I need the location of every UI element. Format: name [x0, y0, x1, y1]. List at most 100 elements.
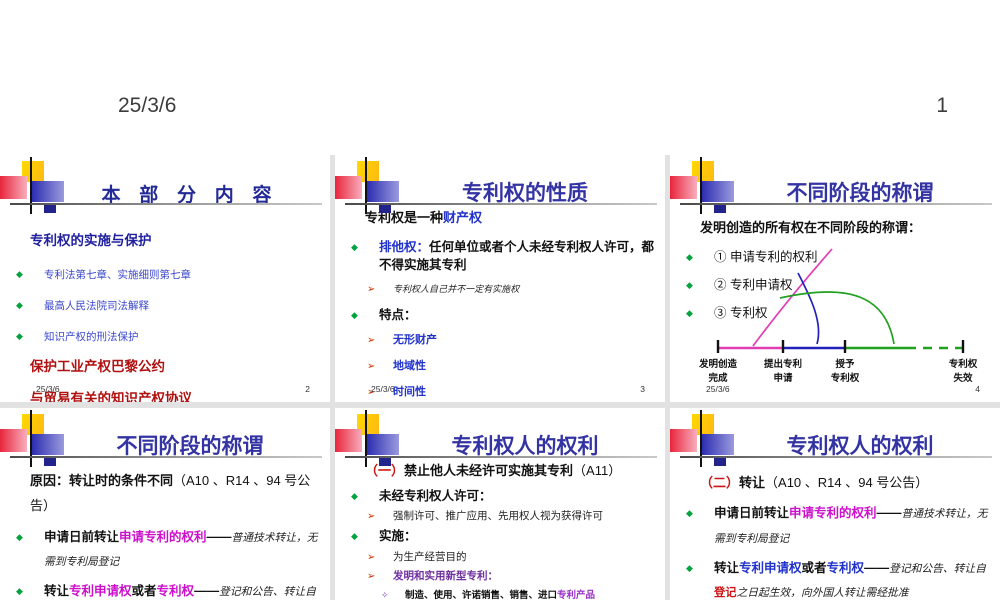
slide-5: 专利权人的权利■（一）禁止他人未经许可实施其专利（A11）◆未经专利权人许可：➢…: [335, 408, 665, 600]
slide-2: 专利权的性质■专利权是一种财产权◆排他权：任何单位或者个人未经专利权人许可，都不…: [335, 155, 665, 402]
title-underline: [345, 456, 657, 458]
navy-square: [44, 204, 56, 213]
text-segment: 专利权人自己并不一定有实施权: [393, 284, 520, 295]
navy-square: [379, 457, 391, 466]
diamond-bullet: ◆: [16, 268, 23, 279]
text-segment: 申请日前转让: [714, 506, 790, 521]
text-segment: ——: [864, 561, 890, 576]
logo-vertical-line: [700, 157, 702, 214]
square-bullet: ■: [682, 221, 700, 234]
text-segment: 无形财产: [393, 333, 437, 346]
diamond-bullet: ◆: [686, 279, 693, 290]
bullet-line: ■保护工业产权巴黎公约: [0, 357, 324, 377]
title-underline: [680, 456, 992, 458]
diamond-bullet: ◆: [686, 308, 693, 319]
text-segment: 申请日前转让: [44, 529, 120, 544]
bullet-line: ➢ 为生产经营目的: [335, 550, 659, 566]
text-segment: 申请专利的权利: [789, 506, 877, 521]
slide-page-number: 3: [640, 384, 645, 394]
bullet-line: ■发明创造的所有权在不同阶段的称谓：: [670, 219, 994, 238]
slides-grid: 本 部 分 内 容■专利权的实施与保护◆专利法第七章、实施细则第七章◆最高人民法…: [0, 155, 1000, 600]
text-segment: 或者: [131, 584, 157, 599]
diamond-outline-bullet: ✧: [381, 589, 389, 600]
text-segment: 制造、使用、许诺销售、销售、进口: [405, 590, 558, 600]
text-segment: ③ 专利权: [714, 306, 768, 321]
slide-3: 不同阶段的称谓■发明创造的所有权在不同阶段的称谓：◆① 申请专利的权利◆② 专利…: [670, 155, 1000, 402]
diamond-bullet: ◆: [351, 490, 358, 501]
slide-6: 专利权人的权利■（二）转让（A10 、R14 、94 号公告）◆申请日前转让申请…: [670, 408, 1000, 600]
arrow-bullet: ➢: [367, 510, 376, 522]
text-segment: 发明和实用新型专利：: [393, 570, 498, 583]
slide-logo-decoration: [670, 155, 740, 217]
bullet-line: ➢ 无形财产: [335, 333, 659, 349]
slide-footer-date: 25/3/6: [371, 384, 395, 394]
slide-logo-decoration: [335, 155, 405, 217]
text-segment: 专利申请权: [739, 561, 802, 576]
text-segment: 转让: [739, 475, 766, 490]
bullet-line: ◆ 转让专利申请权或者专利权——登记和公告、转让自: [0, 579, 324, 600]
title-underline: [10, 456, 322, 458]
bullet-line: ◆ 知识产权的刑法保护: [0, 327, 324, 345]
slide-page-number: 4: [975, 384, 980, 394]
title-underline: [680, 203, 992, 205]
text-segment: 登记和公告、转让自: [219, 586, 316, 599]
bullet-line: ◆ ③ 专利权: [670, 304, 994, 322]
square-bullet: ■: [12, 472, 30, 490]
bullet-line: ◆ 排他权：任何单位或者个人未经专利权人许可，都不得实施其专利: [335, 238, 659, 274]
text-segment: 专利权: [156, 584, 195, 599]
bullet-line: ◆ 申请日前转让申请专利的权利——普通技术转让，无需到专利局登记: [670, 501, 994, 550]
logo-vertical-line: [365, 410, 367, 467]
logo-vertical-line: [700, 410, 702, 467]
logo-vertical-line: [365, 157, 367, 214]
red-square: [670, 429, 697, 452]
header-date: 25/3/6: [118, 94, 177, 117]
navy-square: [44, 457, 56, 466]
square-bullet: ■: [12, 360, 30, 373]
text-segment: 转让: [714, 561, 740, 576]
text-segment: （A10 、R14 、94 号公告）: [765, 475, 929, 490]
red-square: [0, 176, 27, 199]
blue-square: [365, 434, 399, 455]
text-segment: 之日起生效，向外国人转让需经批准: [736, 587, 909, 600]
text-segment: 未经专利权人许可：: [379, 488, 492, 503]
arrow-bullet: ➢: [367, 360, 376, 372]
blue-square: [30, 181, 64, 202]
text-segment: 特点：: [379, 307, 417, 322]
red-square: [0, 429, 27, 452]
text-segment: ① 申请专利的权利: [714, 249, 818, 264]
bullet-line: ◆ 未经专利权人许可：: [335, 487, 659, 505]
bullet-line: ◆ 最高人民法院司法解释: [0, 296, 324, 314]
text-segment: 原因：转让时的条件不同: [30, 473, 174, 488]
blue-square: [700, 181, 734, 202]
navy-square: [379, 204, 391, 213]
logo-vertical-line: [30, 157, 32, 214]
text-segment: 知识产权的刑法保护: [44, 332, 139, 344]
text-segment: 登记: [714, 587, 737, 600]
slide-logo-decoration: [670, 408, 740, 470]
blue-square: [365, 181, 399, 202]
bullet-line: ◆ 转让专利申请权或者专利权——登记和公告、转让自登记之日起生效，向外国人转让需经…: [670, 556, 994, 600]
text-segment: 最高人民法院司法解释: [44, 301, 149, 313]
diamond-bullet: ◆: [16, 586, 23, 597]
slide-footer: 25/3/6 3: [335, 384, 665, 398]
text-segment: 专利申请权: [69, 584, 132, 599]
text-segment: 保护工业产权巴黎公约: [30, 358, 165, 374]
bullet-line: ➢ 发明和实用新型专利：: [335, 569, 659, 585]
text-segment: 专利产品: [557, 590, 596, 600]
bullet-line: ◆ 特点：: [335, 306, 659, 324]
diamond-bullet: ◆: [16, 331, 23, 342]
bullet-line: ◆ ① 申请专利的权利: [670, 248, 994, 266]
diamond-bullet: ◆: [16, 300, 23, 311]
slide-footer: 25/3/6 4: [670, 384, 1000, 398]
slide-logo-decoration: [0, 155, 70, 217]
header-page-number: 1: [936, 94, 948, 117]
text-segment: 排他权：: [379, 239, 430, 254]
text-segment: 强制许可、推广应用、先用权人视为获得许可: [393, 510, 603, 522]
red-square: [670, 176, 697, 199]
text-segment: 申请专利的权利: [119, 529, 207, 544]
bullet-line: ◆ 专利法第七章、实施细则第七章: [0, 265, 324, 283]
text-segment: 发明创造的所有权在不同阶段的称谓：: [700, 220, 922, 235]
arrow-bullet: ➢: [367, 551, 376, 563]
red-square: [335, 429, 362, 452]
slide-footer: 25/3/6 2: [0, 384, 330, 398]
